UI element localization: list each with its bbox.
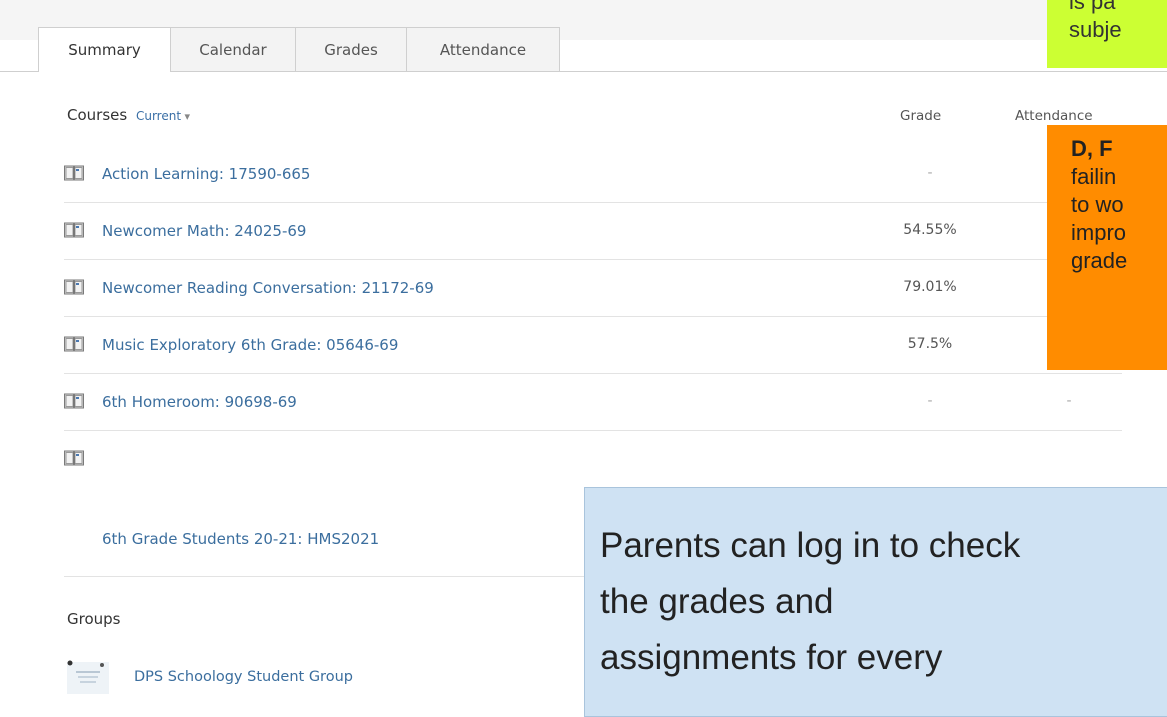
course-grade: 54.55%	[903, 222, 957, 238]
course-link[interactable]: 6th Homeroom: 90698-69	[102, 393, 297, 411]
tab-attendance[interactable]: Attendance	[406, 27, 560, 71]
blue-callout-line: the grades and	[600, 582, 834, 621]
course-book-icon	[64, 336, 84, 352]
course-link[interactable]: Newcomer Math: 24025-69	[102, 222, 306, 240]
blue-callout-line: assignments for every	[600, 638, 943, 677]
courses-title: Courses	[67, 106, 128, 124]
orange-callout-line: impro	[1071, 220, 1127, 245]
orange-callout-line: to wo	[1071, 192, 1124, 217]
orange-callout-line: grade	[1071, 248, 1128, 273]
course-link[interactable]: Music Exploratory 6th Grade: 05646-69	[102, 336, 398, 354]
course-grade: -	[927, 165, 933, 181]
blue-callout: Parents can log in to check the grades a…	[584, 487, 1167, 717]
course-row[interactable]: Action Learning: 17590-665 -	[64, 146, 1122, 203]
green-callout-line: subje	[1069, 17, 1122, 42]
attendance-column-header: Attendance	[1015, 108, 1093, 124]
green-callout: is pa subje	[1047, 0, 1167, 68]
course-book-icon	[64, 165, 84, 181]
orange-callout: D, F failin to wo impro grade	[1047, 125, 1167, 370]
green-callout-line: is pa	[1069, 0, 1116, 14]
course-row[interactable]: Music Exploratory 6th Grade: 05646-69 57…	[64, 317, 1122, 374]
tab-calendar[interactable]: Calendar	[170, 27, 296, 71]
course-book-icon	[64, 393, 84, 409]
course-row[interactable]: 6th Homeroom: 90698-69 - -	[64, 374, 1122, 431]
course-link[interactable]: 6th Grade Students 20-21: HMS2021	[102, 530, 379, 548]
course-grade: 57.5%	[907, 336, 953, 352]
courses-filter-dropdown[interactable]: Current	[136, 109, 190, 123]
tab-grades[interactable]: Grades	[295, 27, 407, 71]
course-grade: 79.01%	[903, 279, 957, 295]
course-link[interactable]: Action Learning: 17590-665	[102, 165, 310, 183]
course-book-icon	[64, 222, 84, 238]
group-link[interactable]: DPS Schoology Student Group	[134, 669, 353, 685]
orange-callout-line: failin	[1071, 164, 1117, 189]
course-grade: -	[927, 393, 933, 409]
orange-callout-bold: D, F	[1071, 136, 1113, 161]
course-book-icon	[64, 279, 84, 295]
blue-callout-line: Parents can log in to check	[600, 526, 1021, 565]
course-row[interactable]: Newcomer Reading Conversation: 21172-69 …	[64, 260, 1122, 317]
course-row[interactable]: Newcomer Math: 24025-69 54.55%	[64, 203, 1122, 260]
course-attendance: -	[1066, 393, 1072, 409]
group-thumbnail-icon	[67, 660, 109, 694]
course-book-icon	[64, 450, 84, 466]
course-link[interactable]: Newcomer Reading Conversation: 21172-69	[102, 279, 434, 297]
tab-bar: Summary Calendar Grades Attendance	[38, 27, 560, 72]
groups-heading: Groups	[67, 610, 121, 628]
grade-column-header: Grade	[900, 108, 942, 124]
tab-summary[interactable]: Summary	[38, 27, 171, 72]
courses-heading: Courses Current	[67, 106, 190, 124]
